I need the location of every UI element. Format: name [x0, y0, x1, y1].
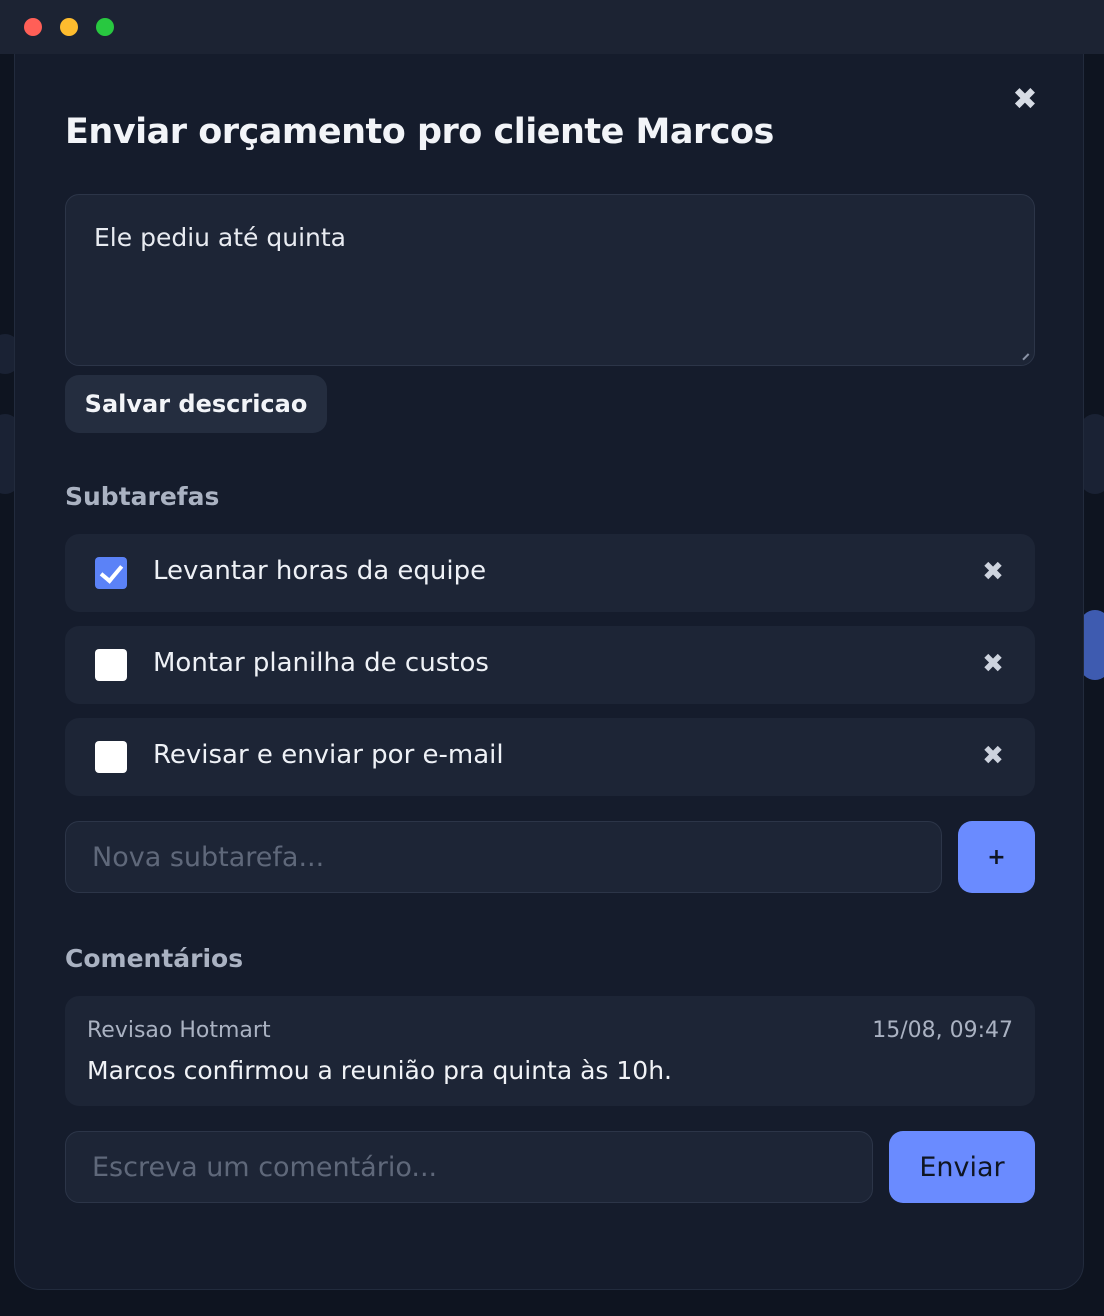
- close-icon[interactable]: ✖: [1011, 85, 1039, 115]
- subtask-item: Levantar horas da equipe ✖: [65, 534, 1035, 612]
- subtask-checkbox[interactable]: [95, 741, 127, 773]
- subtask-checkbox-checked[interactable]: [95, 557, 127, 589]
- save-description-button[interactable]: Salvar descricao: [65, 375, 327, 433]
- subtasks-heading: Subtarefas: [65, 482, 220, 511]
- subtask-checkbox[interactable]: [95, 649, 127, 681]
- subtask-item: Montar planilha de custos ✖: [65, 626, 1035, 704]
- comment-text: Marcos confirmou a reunião pra quinta às…: [87, 1056, 672, 1085]
- comment-timestamp: 15/08, 09:47: [872, 1018, 1013, 1043]
- window-minimize-dot-icon[interactable]: [60, 18, 78, 36]
- subtask-label: Montar planilha de custos: [153, 648, 489, 678]
- delete-subtask-icon[interactable]: ✖: [977, 740, 1009, 772]
- delete-subtask-icon[interactable]: ✖: [977, 648, 1009, 680]
- new-subtask-input[interactable]: [65, 821, 942, 893]
- modal-title: Enviar orçamento pro cliente Marcos: [65, 112, 774, 152]
- window-close-dot-icon[interactable]: [24, 18, 42, 36]
- window-maximize-dot-icon[interactable]: [96, 18, 114, 36]
- description-textarea[interactable]: [65, 194, 1035, 366]
- subtask-item: Revisar e enviar por e-mail ✖: [65, 718, 1035, 796]
- comment-author: Revisao Hotmart: [87, 1018, 271, 1043]
- subtask-label: Revisar e enviar por e-mail: [153, 740, 504, 770]
- window-titlebar: [0, 0, 1104, 54]
- delete-subtask-icon[interactable]: ✖: [977, 556, 1009, 588]
- task-modal: ✖ Enviar orçamento pro cliente Marcos Sa…: [14, 54, 1084, 1290]
- comment-input[interactable]: [65, 1131, 873, 1203]
- comments-heading: Comentários: [65, 944, 244, 973]
- add-subtask-button[interactable]: +: [958, 821, 1035, 893]
- subtask-label: Levantar horas da equipe: [153, 556, 487, 586]
- send-comment-button[interactable]: Enviar: [889, 1131, 1035, 1203]
- comment-item: Revisao Hotmart 15/08, 09:47 Marcos conf…: [65, 996, 1035, 1106]
